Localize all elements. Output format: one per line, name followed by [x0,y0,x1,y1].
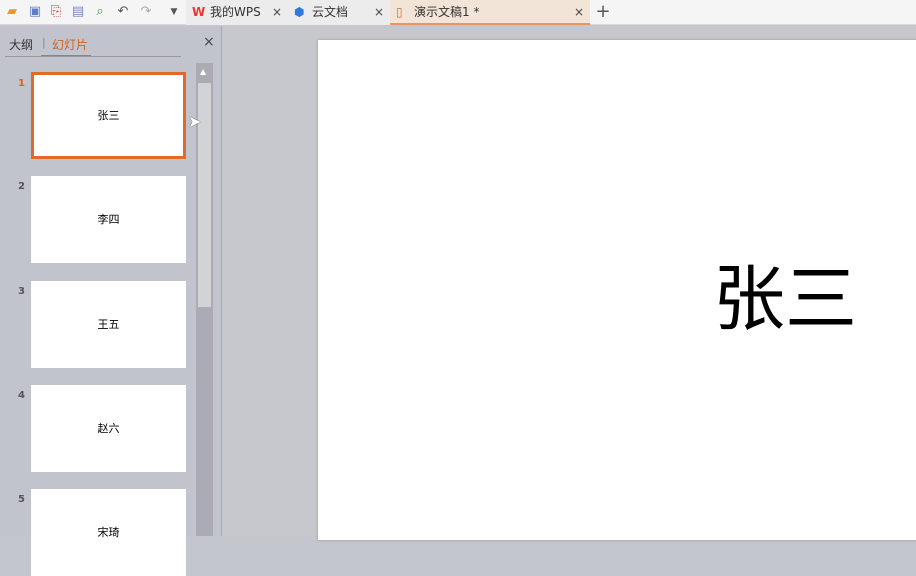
dropdown-icon[interactable]: ▼ [166,4,182,20]
slide-thumbnail[interactable]: 赵六 [31,385,186,472]
slide-panel: 大纲 | 幻灯片 × 1 张三 2 李四 3 王五 4 赵六 5 宋琦 ▲ ➤ [0,26,222,576]
tab-cloud-docs[interactable]: ⬢ 云文档 × [288,0,390,25]
scrollbar[interactable]: ▲ [196,63,213,536]
mouse-cursor-icon: ➤ [188,112,202,131]
close-tab-icon[interactable]: × [574,0,584,25]
tab-outline[interactable]: 大纲 [9,36,33,53]
redo-icon[interactable]: ↷ [138,4,154,20]
tab-my-wps[interactable]: W 我的WPS × [186,0,288,25]
slide-thumbnail[interactable]: 张三 [31,72,186,159]
close-tab-icon[interactable]: × [374,0,384,25]
wps-logo-icon: W [192,5,206,19]
close-tab-icon[interactable]: × [272,0,282,25]
print-preview-icon[interactable]: ⌕ [92,4,108,20]
slide-title[interactable]: 张三 [713,240,857,345]
undo-icon[interactable]: ↶ [115,4,131,20]
tab-presentation[interactable]: ▯ 演示文稿1 * × [390,0,590,25]
export-pdf-icon[interactable]: ⎘ [48,4,64,20]
new-tab-button[interactable]: + [595,3,611,21]
cloud-doc-icon: ⬢ [294,5,305,19]
print-icon[interactable]: ▤ [70,4,86,20]
close-panel-icon[interactable]: × [203,34,215,50]
scroll-up-icon[interactable]: ▲ [200,67,206,76]
presentation-icon: ▯ [396,5,403,19]
slide-thumbnail[interactable]: 李四 [31,176,186,263]
title-toolbar: ▰ ▣ ⎘ ▤ ⌕ ↶ ↷ ▼ W 我的WPS × ⬢ 云文档 × ▯ 演示文稿… [0,0,916,25]
open-icon[interactable]: ▰ [4,4,20,20]
slide-editor: 张三 [223,26,916,540]
slide-canvas[interactable]: 张三 [318,40,916,540]
slide-thumbnail[interactable]: 王五 [31,281,186,368]
slide-thumbnail[interactable]: 宋琦 [31,489,186,576]
save-icon[interactable]: ▣ [27,4,43,20]
tab-slides[interactable]: 幻灯片 [52,36,88,53]
